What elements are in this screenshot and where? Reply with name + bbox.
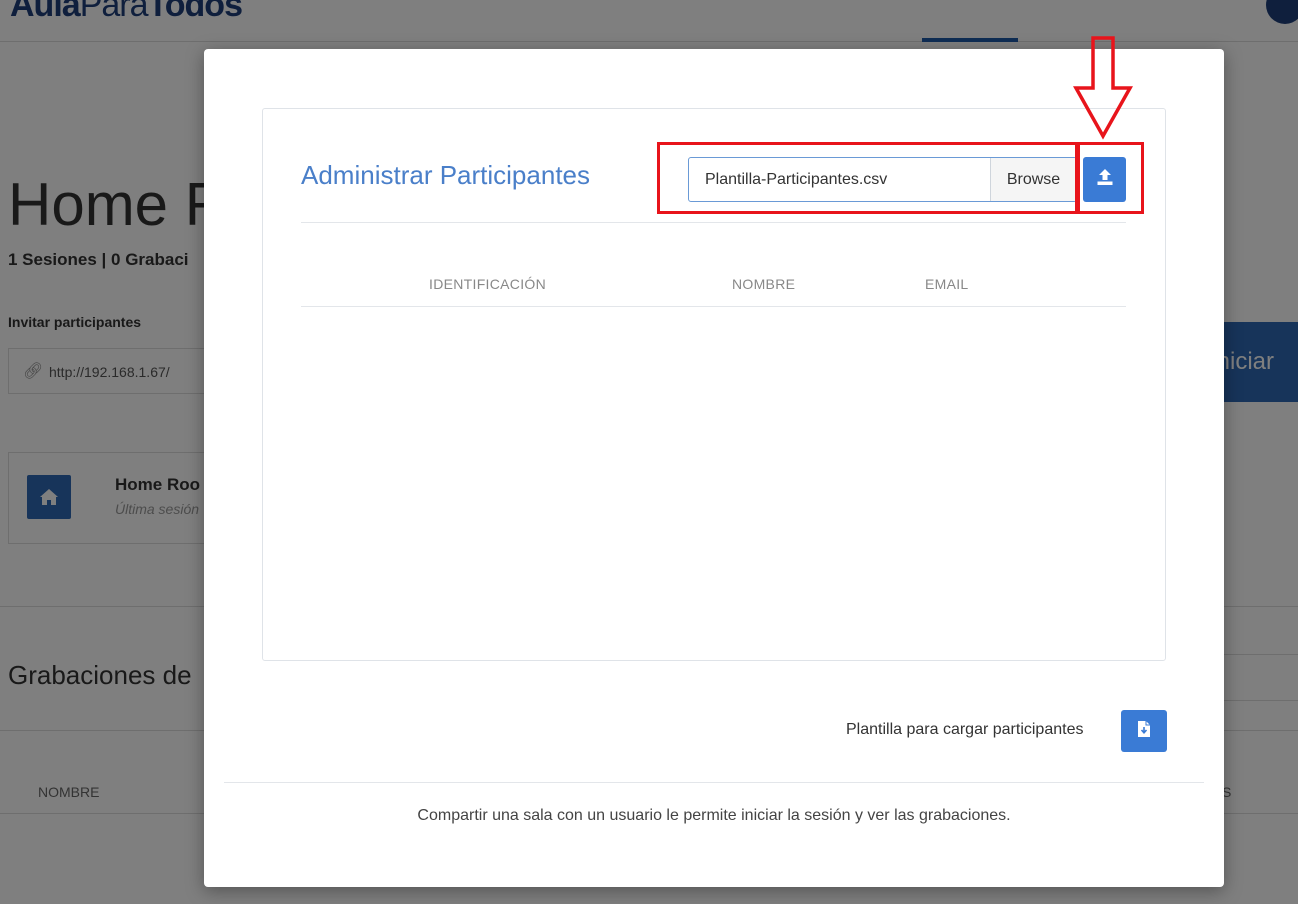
column-header-id: IDENTIFICACIÓN [429,276,546,292]
divider [224,782,1204,783]
share-info-text: Compartir una sala con un usuario le per… [417,807,1011,824]
annotation-arrow-icon [1073,36,1133,140]
annotation-highlight-upload [1077,142,1144,214]
column-header-email: EMAIL [925,276,969,292]
column-header-name: NOMBRE [732,276,796,292]
annotation-highlight-file-input [657,142,1078,214]
divider [301,222,1126,223]
card-title: Administrar Participantes [301,160,590,190]
divider [301,306,1126,307]
file-download-icon [1137,720,1151,743]
template-label: Plantilla para cargar participantes [846,721,1084,738]
download-template-button[interactable] [1121,710,1167,752]
